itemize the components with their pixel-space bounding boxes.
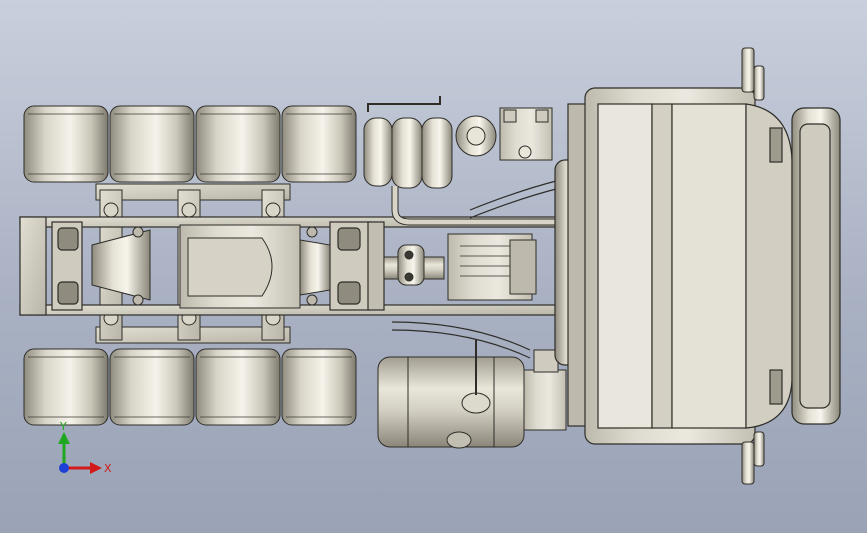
x-axis-label: X: [104, 462, 112, 475]
battery-box: [499, 107, 553, 161]
truck-chassis-top-view[interactable]: Y X: [0, 0, 867, 533]
air-dryer: [455, 115, 497, 157]
y-axis-label: Y: [59, 420, 67, 433]
rear-differential: [91, 224, 331, 309]
origin-dot: [59, 463, 69, 473]
fuel-tank: [377, 340, 525, 449]
rear-wheels-upper: [23, 105, 357, 183]
rear-wheels-lower: [23, 348, 357, 426]
coordinate-triad: Y X: [58, 420, 112, 475]
transmission: [383, 233, 537, 301]
cab-body: [554, 87, 841, 445]
